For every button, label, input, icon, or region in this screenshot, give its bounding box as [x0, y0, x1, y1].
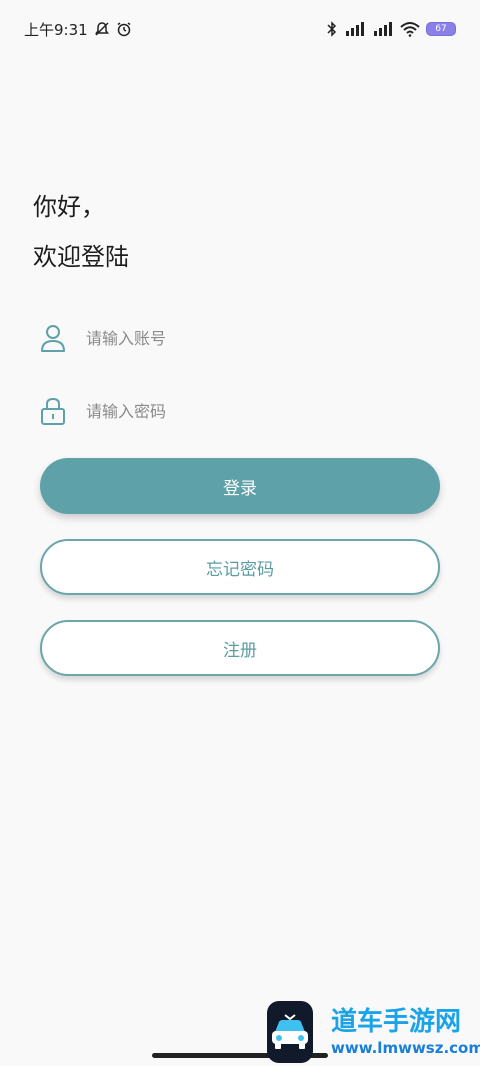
status-bar: 上午9:31 67 [0, 0, 480, 58]
password-input[interactable] [86, 401, 406, 421]
bluetooth-icon [326, 21, 338, 37]
battery-indicator: 67 [426, 22, 456, 36]
account-field [40, 314, 440, 362]
watermark: 道车手游网 www.lmwwsz.com [267, 997, 480, 1066]
register-button[interactable]: 注册 [40, 620, 440, 676]
account-input[interactable] [86, 328, 406, 348]
greeting-line-1: 你好， [33, 193, 105, 221]
password-field [40, 387, 440, 435]
watermark-url: www.lmwwsz.com [331, 1038, 480, 1057]
mute-bell-icon [94, 21, 110, 37]
status-left: 上午9:31 [24, 19, 132, 40]
login-button[interactable]: 登录 [40, 458, 440, 514]
greeting-line-2: 欢迎登陆 [33, 243, 129, 271]
user-icon [40, 323, 66, 353]
forgot-password-button[interactable]: 忘记密码 [40, 539, 440, 595]
wifi-icon [400, 21, 420, 37]
signal-hd-icon-1 [344, 21, 366, 37]
watermark-title: 道车手游网 [331, 1006, 462, 1037]
signal-hd-icon-2 [372, 21, 394, 37]
lock-icon [40, 396, 66, 426]
car-logo-icon [267, 1000, 313, 1063]
status-right: 67 [326, 21, 456, 37]
greeting: 你好， 欢迎登陆 [33, 182, 129, 282]
alarm-clock-icon [116, 21, 132, 37]
watermark-text: 道车手游网 www.lmwwsz.com [331, 1006, 480, 1058]
status-time: 上午9:31 [24, 20, 88, 39]
